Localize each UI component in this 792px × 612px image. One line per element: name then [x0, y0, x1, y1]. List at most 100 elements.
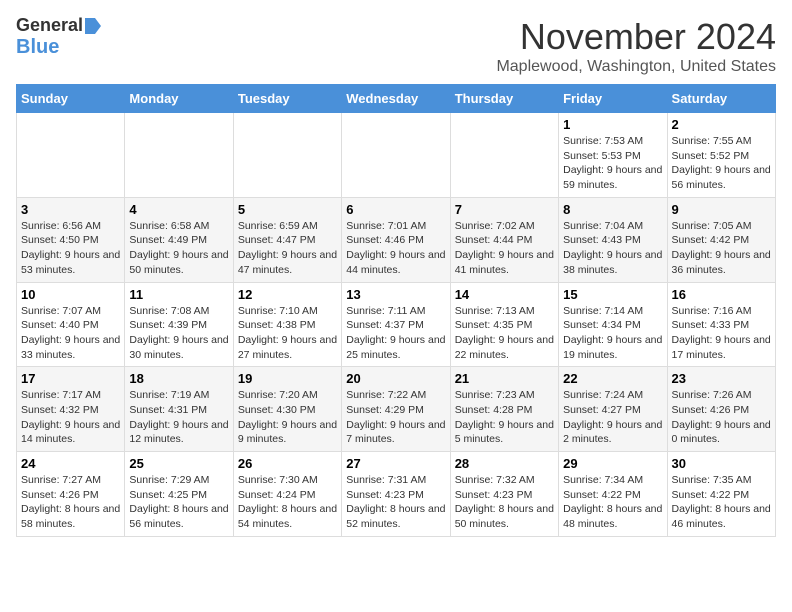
day-info: Sunrise: 7:05 AM Sunset: 4:42 PM Dayligh…	[672, 219, 771, 278]
day-number: 23	[672, 371, 771, 386]
day-cell	[450, 113, 558, 198]
day-cell	[17, 113, 125, 198]
day-number: 7	[455, 202, 554, 217]
day-cell: 11 Sunrise: 7:08 AM Sunset: 4:39 PM Dayli…	[125, 282, 233, 367]
day-number: 17	[21, 371, 120, 386]
day-cell: 18 Sunrise: 7:19 AM Sunset: 4:31 PM Dayli…	[125, 367, 233, 452]
day-number: 10	[21, 287, 120, 302]
day-number: 14	[455, 287, 554, 302]
day-cell: 27 Sunrise: 7:31 AM Sunset: 4:23 PM Dayli…	[342, 452, 450, 537]
day-info: Sunrise: 7:08 AM Sunset: 4:39 PM Dayligh…	[129, 304, 228, 363]
day-number: 27	[346, 456, 445, 471]
day-info: Sunrise: 7:04 AM Sunset: 4:43 PM Dayligh…	[563, 219, 662, 278]
week-row-1: 1 Sunrise: 7:53 AM Sunset: 5:53 PM Daylig…	[17, 113, 776, 198]
day-cell: 2 Sunrise: 7:55 AM Sunset: 5:52 PM Daylig…	[667, 113, 775, 198]
day-number: 29	[563, 456, 662, 471]
logo-text-blue: Blue	[16, 36, 59, 58]
day-header-tuesday: Tuesday	[233, 85, 341, 113]
week-row-5: 24 Sunrise: 7:27 AM Sunset: 4:26 PM Dayli…	[17, 452, 776, 537]
day-info: Sunrise: 7:17 AM Sunset: 4:32 PM Dayligh…	[21, 388, 120, 447]
calendar-header-row: SundayMondayTuesdayWednesdayThursdayFrid…	[17, 85, 776, 113]
day-info: Sunrise: 7:31 AM Sunset: 4:23 PM Dayligh…	[346, 473, 445, 532]
day-cell: 25Sunrise: 7:29 AM Sunset: 4:25 PM Dayli…	[125, 452, 233, 537]
day-info: Sunrise: 7:34 AM Sunset: 4:22 PM Dayligh…	[563, 473, 662, 532]
day-cell: 3 Sunrise: 6:56 AM Sunset: 4:50 PM Daylig…	[17, 197, 125, 282]
day-info: Sunrise: 7:02 AM Sunset: 4:44 PM Dayligh…	[455, 219, 554, 278]
day-info: Sunrise: 7:30 AM Sunset: 4:24 PM Dayligh…	[238, 473, 337, 532]
day-cell: 26 Sunrise: 7:30 AM Sunset: 4:24 PM Dayli…	[233, 452, 341, 537]
day-info: Sunrise: 7:53 AM Sunset: 5:53 PM Dayligh…	[563, 134, 662, 193]
day-cell	[125, 113, 233, 198]
day-number: 24	[21, 456, 120, 471]
logo: General Blue	[16, 16, 103, 58]
day-number: 20	[346, 371, 445, 386]
day-info: Sunrise: 7:19 AM Sunset: 4:31 PM Dayligh…	[129, 388, 228, 447]
day-header-friday: Friday	[559, 85, 667, 113]
day-number: 15	[563, 287, 662, 302]
day-header-monday: Monday	[125, 85, 233, 113]
day-cell: 29 Sunrise: 7:34 AM Sunset: 4:22 PM Dayli…	[559, 452, 667, 537]
day-number: 9	[672, 202, 771, 217]
day-number: 11	[129, 287, 228, 302]
day-cell: 7 Sunrise: 7:02 AM Sunset: 4:44 PM Daylig…	[450, 197, 558, 282]
day-number: 1	[563, 117, 662, 132]
day-number: 26	[238, 456, 337, 471]
day-number: 22	[563, 371, 662, 386]
day-number: 6	[346, 202, 445, 217]
day-number: 2	[672, 117, 771, 132]
day-cell: 30Sunrise: 7:35 AM Sunset: 4:22 PM Dayli…	[667, 452, 775, 537]
day-cell: 8 Sunrise: 7:04 AM Sunset: 4:43 PM Daylig…	[559, 197, 667, 282]
week-row-4: 17 Sunrise: 7:17 AM Sunset: 4:32 PM Dayli…	[17, 367, 776, 452]
day-cell: 23Sunrise: 7:26 AM Sunset: 4:26 PM Dayli…	[667, 367, 775, 452]
day-cell: 12Sunrise: 7:10 AM Sunset: 4:38 PM Dayli…	[233, 282, 341, 367]
day-cell: 10 Sunrise: 7:07 AM Sunset: 4:40 PM Dayli…	[17, 282, 125, 367]
day-header-wednesday: Wednesday	[342, 85, 450, 113]
day-info: Sunrise: 6:56 AM Sunset: 4:50 PM Dayligh…	[21, 219, 120, 278]
day-info: Sunrise: 7:13 AM Sunset: 4:35 PM Dayligh…	[455, 304, 554, 363]
day-info: Sunrise: 7:16 AM Sunset: 4:33 PM Dayligh…	[672, 304, 771, 363]
day-cell: 5Sunrise: 6:59 AM Sunset: 4:47 PM Daylig…	[233, 197, 341, 282]
day-cell: 16Sunrise: 7:16 AM Sunset: 4:33 PM Dayli…	[667, 282, 775, 367]
day-info: Sunrise: 7:14 AM Sunset: 4:34 PM Dayligh…	[563, 304, 662, 363]
logo-text-general: General	[16, 16, 83, 36]
day-header-saturday: Saturday	[667, 85, 775, 113]
day-cell: 28Sunrise: 7:32 AM Sunset: 4:23 PM Dayli…	[450, 452, 558, 537]
day-info: Sunrise: 7:32 AM Sunset: 4:23 PM Dayligh…	[455, 473, 554, 532]
day-cell: 20Sunrise: 7:22 AM Sunset: 4:29 PM Dayli…	[342, 367, 450, 452]
day-number: 19	[238, 371, 337, 386]
day-number: 30	[672, 456, 771, 471]
day-info: Sunrise: 7:23 AM Sunset: 4:28 PM Dayligh…	[455, 388, 554, 447]
day-cell: 22Sunrise: 7:24 AM Sunset: 4:27 PM Dayli…	[559, 367, 667, 452]
day-cell	[233, 113, 341, 198]
day-cell: 13 Sunrise: 7:11 AM Sunset: 4:37 PM Dayli…	[342, 282, 450, 367]
day-cell: 4 Sunrise: 6:58 AM Sunset: 4:49 PM Daylig…	[125, 197, 233, 282]
day-number: 5	[238, 202, 337, 217]
day-info: Sunrise: 7:11 AM Sunset: 4:37 PM Dayligh…	[346, 304, 445, 363]
day-cell: 17 Sunrise: 7:17 AM Sunset: 4:32 PM Dayli…	[17, 367, 125, 452]
day-cell: 9 Sunrise: 7:05 AM Sunset: 4:42 PM Daylig…	[667, 197, 775, 282]
day-number: 4	[129, 202, 228, 217]
day-cell: 19 Sunrise: 7:20 AM Sunset: 4:30 PM Dayli…	[233, 367, 341, 452]
title-area: November 2024 Maplewood, Washington, Uni…	[496, 16, 776, 76]
location-title: Maplewood, Washington, United States	[496, 58, 776, 76]
day-info: Sunrise: 7:01 AM Sunset: 4:46 PM Dayligh…	[346, 219, 445, 278]
day-number: 25	[129, 456, 228, 471]
week-row-2: 3 Sunrise: 6:56 AM Sunset: 4:50 PM Daylig…	[17, 197, 776, 282]
day-cell: 24 Sunrise: 7:27 AM Sunset: 4:26 PM Dayli…	[17, 452, 125, 537]
day-info: Sunrise: 7:55 AM Sunset: 5:52 PM Dayligh…	[672, 134, 771, 193]
day-number: 3	[21, 202, 120, 217]
day-info: Sunrise: 7:27 AM Sunset: 4:26 PM Dayligh…	[21, 473, 120, 532]
day-cell: 15 Sunrise: 7:14 AM Sunset: 4:34 PM Dayli…	[559, 282, 667, 367]
day-number: 21	[455, 371, 554, 386]
day-cell	[342, 113, 450, 198]
day-cell: 14 Sunrise: 7:13 AM Sunset: 4:35 PM Dayli…	[450, 282, 558, 367]
day-number: 8	[563, 202, 662, 217]
header: General Blue November 2024 Maplewood, Wa…	[16, 16, 776, 76]
day-cell: 6 Sunrise: 7:01 AM Sunset: 4:46 PM Daylig…	[342, 197, 450, 282]
day-info: Sunrise: 6:58 AM Sunset: 4:49 PM Dayligh…	[129, 219, 228, 278]
day-number: 18	[129, 371, 228, 386]
day-cell: 21 Sunrise: 7:23 AM Sunset: 4:28 PM Dayli…	[450, 367, 558, 452]
day-info: Sunrise: 7:07 AM Sunset: 4:40 PM Dayligh…	[21, 304, 120, 363]
day-number: 13	[346, 287, 445, 302]
day-info: Sunrise: 7:20 AM Sunset: 4:30 PM Dayligh…	[238, 388, 337, 447]
